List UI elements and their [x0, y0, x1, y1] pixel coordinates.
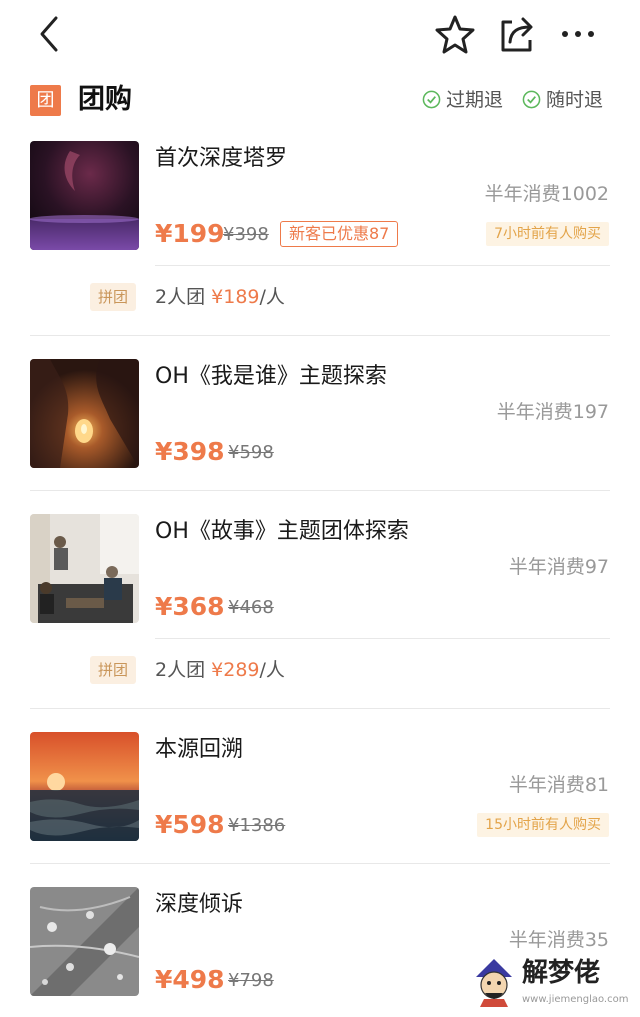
half-year-sales: 半年消费81 [508, 774, 609, 796]
deal-thumbnail[interactable] [30, 359, 139, 468]
half-year-sales: 半年消费97 [508, 556, 609, 578]
deal-price: ¥398 [155, 437, 225, 466]
original-price: ¥398 [223, 224, 269, 245]
divider [30, 863, 610, 864]
recent-purchase-badge: 15小时前有人购买 [477, 813, 609, 837]
group-buy-badge: 团 [30, 85, 61, 116]
more-horizontal-icon[interactable] [560, 28, 596, 40]
deal-thumbnail[interactable] [30, 514, 139, 623]
divider [30, 708, 610, 709]
deal-title[interactable]: OH《我是谁》主题探索 [155, 362, 387, 392]
original-price: ¥798 [228, 970, 274, 991]
check-circle-icon [522, 90, 541, 109]
divider [155, 265, 610, 266]
deal-item[interactable]: 本源回溯 半年消费81 ¥598 ¥1386 15小时前有人购买 [0, 732, 640, 864]
group-deal[interactable]: 2人团 ¥289/人 [155, 656, 285, 684]
divider [155, 638, 610, 639]
deal-item[interactable]: 首次深度塔罗 半年消费1002 ¥199 ¥398 新客已优惠87 7小时前有人… [0, 141, 640, 336]
group-price: ¥189 [211, 286, 260, 308]
deal-thumbnail[interactable] [30, 141, 139, 250]
half-year-sales: 半年消费35 [508, 929, 609, 951]
deal-title[interactable]: OH《故事》主题团体探索 [155, 517, 409, 547]
guarantee-label: 随时退 [546, 89, 604, 111]
fortune-teller-icon [476, 959, 512, 1007]
half-year-sales: 半年消费197 [496, 401, 609, 423]
original-price: ¥1386 [228, 815, 286, 836]
guarantee-expired-refund: 过期退 [422, 88, 503, 112]
deal-price: ¥368 [155, 592, 225, 621]
divider [30, 490, 610, 491]
deal-title[interactable]: 本源回溯 [155, 735, 243, 765]
watermark-logo: 解梦佬 www.jiemenglao.com [470, 953, 630, 1013]
deal-title[interactable]: 首次深度塔罗 [155, 144, 287, 174]
guarantee-anytime-refund: 随时退 [522, 88, 603, 112]
section-title: 团购 [78, 84, 132, 115]
group-buy-header: 团 团购 过期退 随时退 [30, 82, 610, 118]
group-label: 2人团 [155, 286, 206, 308]
group-price: ¥289 [211, 659, 260, 681]
group-tag: 拼团 [90, 656, 136, 684]
group-label: 2人团 [155, 659, 206, 681]
deal-item[interactable]: OH《故事》主题团体探索 半年消费97 ¥368 ¥468 拼团 2人团 ¥28… [0, 514, 640, 709]
original-price: ¥468 [228, 597, 274, 618]
watermark-url: www.jiemenglao.com [522, 994, 629, 1005]
deal-thumbnail[interactable] [30, 887, 139, 996]
top-bar [0, 0, 640, 70]
guarantee-label: 过期退 [446, 89, 504, 111]
recent-purchase-badge: 7小时前有人购买 [486, 222, 609, 246]
star-icon[interactable] [434, 14, 476, 54]
deal-price: ¥498 [155, 965, 225, 994]
deal-price: ¥598 [155, 810, 225, 839]
watermark-name: 解梦佬 [522, 958, 601, 988]
group-unit: /人 [259, 286, 285, 308]
share-icon[interactable] [498, 14, 536, 54]
group-unit: /人 [259, 659, 285, 681]
deal-item[interactable]: OH《我是谁》主题探索 半年消费197 ¥398 ¥598 [0, 359, 640, 491]
group-deal[interactable]: 2人团 ¥189/人 [155, 283, 285, 311]
original-price: ¥598 [228, 442, 274, 463]
half-year-sales: 半年消费1002 [484, 183, 609, 205]
group-tag: 拼团 [90, 283, 136, 311]
deal-title[interactable]: 深度倾诉 [155, 890, 243, 920]
check-circle-icon [422, 90, 441, 109]
deal-price: ¥199 [155, 219, 225, 248]
chevron-left-icon[interactable] [34, 14, 64, 54]
divider [30, 335, 610, 336]
new-customer-discount-badge: 新客已优惠87 [280, 221, 399, 247]
deal-thumbnail[interactable] [30, 732, 139, 841]
